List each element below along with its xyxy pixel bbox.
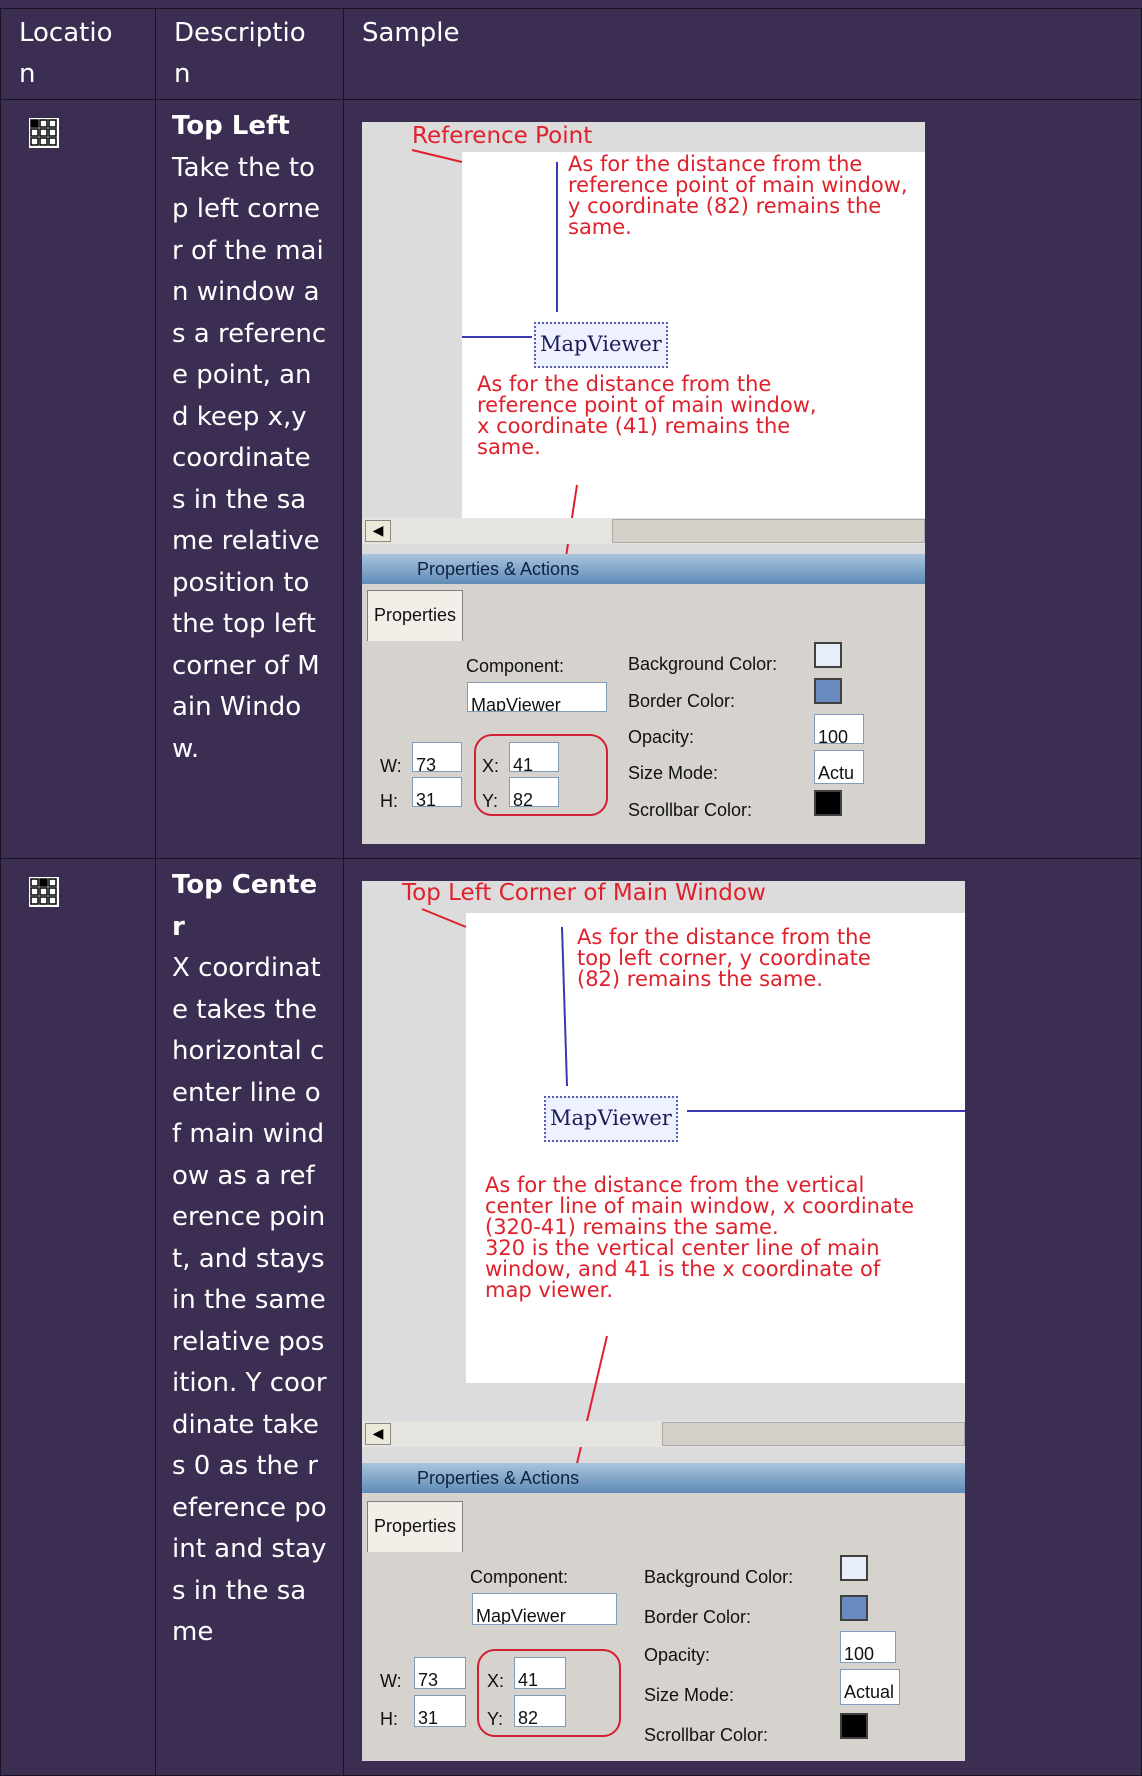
size-mode-label: Size Mode:	[644, 1685, 735, 1705]
bg-color-label: Background Color:	[644, 1567, 794, 1587]
component-field[interactable]: MapViewer	[472, 1593, 617, 1625]
grid-cell	[39, 896, 48, 905]
grid-cell	[48, 137, 57, 146]
panel-title: Properties & Actions	[362, 1463, 965, 1493]
bg-color-label: Background Color:	[628, 654, 778, 674]
table-row: Top Left Take the top left corner of the…	[0, 99, 1142, 859]
h-label: H:	[380, 1709, 398, 1729]
x-note: As for the distance from the vertical ce…	[485, 1173, 915, 1302]
border-color-swatch[interactable]	[840, 1595, 868, 1621]
sample-cell: Top Left Corner of Main Window As for th…	[343, 858, 1142, 1776]
highlight-ring	[477, 1649, 621, 1737]
header-description: Descriptio n	[155, 8, 344, 100]
scrollbar-color-swatch[interactable]	[814, 790, 842, 816]
scrollbar-color-label: Scrollbar Color:	[628, 800, 753, 820]
grid-icon-top-left	[29, 118, 59, 148]
grid-cell	[39, 137, 48, 146]
grid-cell	[30, 896, 39, 905]
height-field[interactable]: 31	[414, 1695, 466, 1727]
grid-icon-top-center	[29, 877, 59, 907]
tab-properties[interactable]: Properties	[367, 1501, 464, 1552]
location-cell	[0, 99, 156, 859]
scroll-left-button[interactable]: ◀	[365, 1423, 391, 1445]
location-table: Locatio n Descriptio n Sample Top Left T…	[0, 8, 1142, 1776]
grid-cell	[30, 887, 39, 896]
size-mode-label: Size Mode:	[628, 763, 719, 783]
width-field[interactable]: 73	[414, 1657, 466, 1689]
location-cell	[0, 858, 156, 1776]
opacity-field[interactable]: 100	[814, 714, 864, 744]
tab-properties[interactable]: Properties	[367, 590, 464, 641]
table-row: Top Center X coordinate takes the horizo…	[0, 858, 1142, 1776]
grid-cell	[48, 887, 57, 896]
border-color-label: Border Color:	[644, 1607, 752, 1627]
w-label: W:	[380, 1671, 402, 1691]
panel-title: Properties & Actions	[362, 554, 925, 584]
y-note: As for the distance from the top left co…	[577, 925, 872, 991]
grid-cell	[30, 137, 39, 146]
highlight-ring	[474, 734, 608, 816]
location-title: Top Left	[172, 111, 290, 141]
grid-cell	[30, 878, 39, 887]
mapviewer-component[interactable]: MapViewer	[544, 1096, 678, 1142]
header-sample: Sample	[343, 8, 1142, 100]
horizontal-scrollbar[interactable]: ◀	[362, 518, 925, 544]
grid-cell	[39, 128, 48, 137]
size-mode-select[interactable]: Actual	[840, 1669, 900, 1705]
height-field[interactable]: 31	[412, 777, 462, 807]
grid-cell	[39, 119, 48, 128]
properties-panel: Properties & Actions Properties Componen…	[362, 554, 925, 844]
sample-screenshot: Reference Point As for the distance from…	[362, 122, 925, 844]
sample-screenshot: Top Left Corner of Main Window As for th…	[362, 881, 965, 1761]
h-label: H:	[380, 791, 398, 811]
grid-cell	[48, 119, 57, 128]
component-field[interactable]: MapViewer	[467, 682, 607, 712]
border-color-swatch[interactable]	[814, 678, 842, 704]
opacity-label: Opacity:	[644, 1645, 711, 1665]
bg-color-swatch[interactable]	[840, 1555, 868, 1581]
description-cell: Top Center X coordinate takes the horizo…	[155, 858, 344, 1776]
location-title: Top Center	[172, 870, 318, 942]
grid-cell	[48, 878, 57, 887]
bg-color-swatch[interactable]	[814, 642, 842, 668]
sample-cell: Reference Point As for the distance from…	[343, 99, 1142, 859]
grid-cell	[30, 119, 39, 128]
size-mode-select[interactable]: Actua	[814, 750, 864, 784]
description-cell: Top Left Take the top left corner of the…	[155, 99, 344, 859]
grid-cell	[30, 128, 39, 137]
scroll-left-button[interactable]: ◀	[365, 520, 391, 542]
location-description: X coordinate takes the horizontal center…	[172, 953, 327, 1647]
x-note: As for the distance from the reference p…	[477, 372, 817, 459]
grid-cell	[48, 896, 57, 905]
horizontal-scrollbar[interactable]: ◀	[362, 1421, 965, 1447]
mapviewer-component[interactable]: MapViewer	[534, 322, 668, 368]
scrollbar-color-swatch[interactable]	[840, 1713, 868, 1739]
table-header-row: Locatio n Descriptio n Sample	[0, 8, 1142, 100]
grid-cell	[39, 878, 48, 887]
width-field[interactable]: 73	[412, 742, 462, 772]
grid-cell	[48, 128, 57, 137]
opacity-field[interactable]: 100	[840, 1631, 896, 1663]
y-note: As for the distance from the reference p…	[568, 152, 908, 239]
header-location: Locatio n	[0, 8, 156, 100]
properties-panel: Properties & Actions Properties Componen…	[362, 1463, 965, 1761]
scrollbar-color-label: Scrollbar Color:	[644, 1725, 769, 1745]
grid-cell	[39, 887, 48, 896]
location-description: Take the top left corner of the main win…	[172, 152, 327, 764]
